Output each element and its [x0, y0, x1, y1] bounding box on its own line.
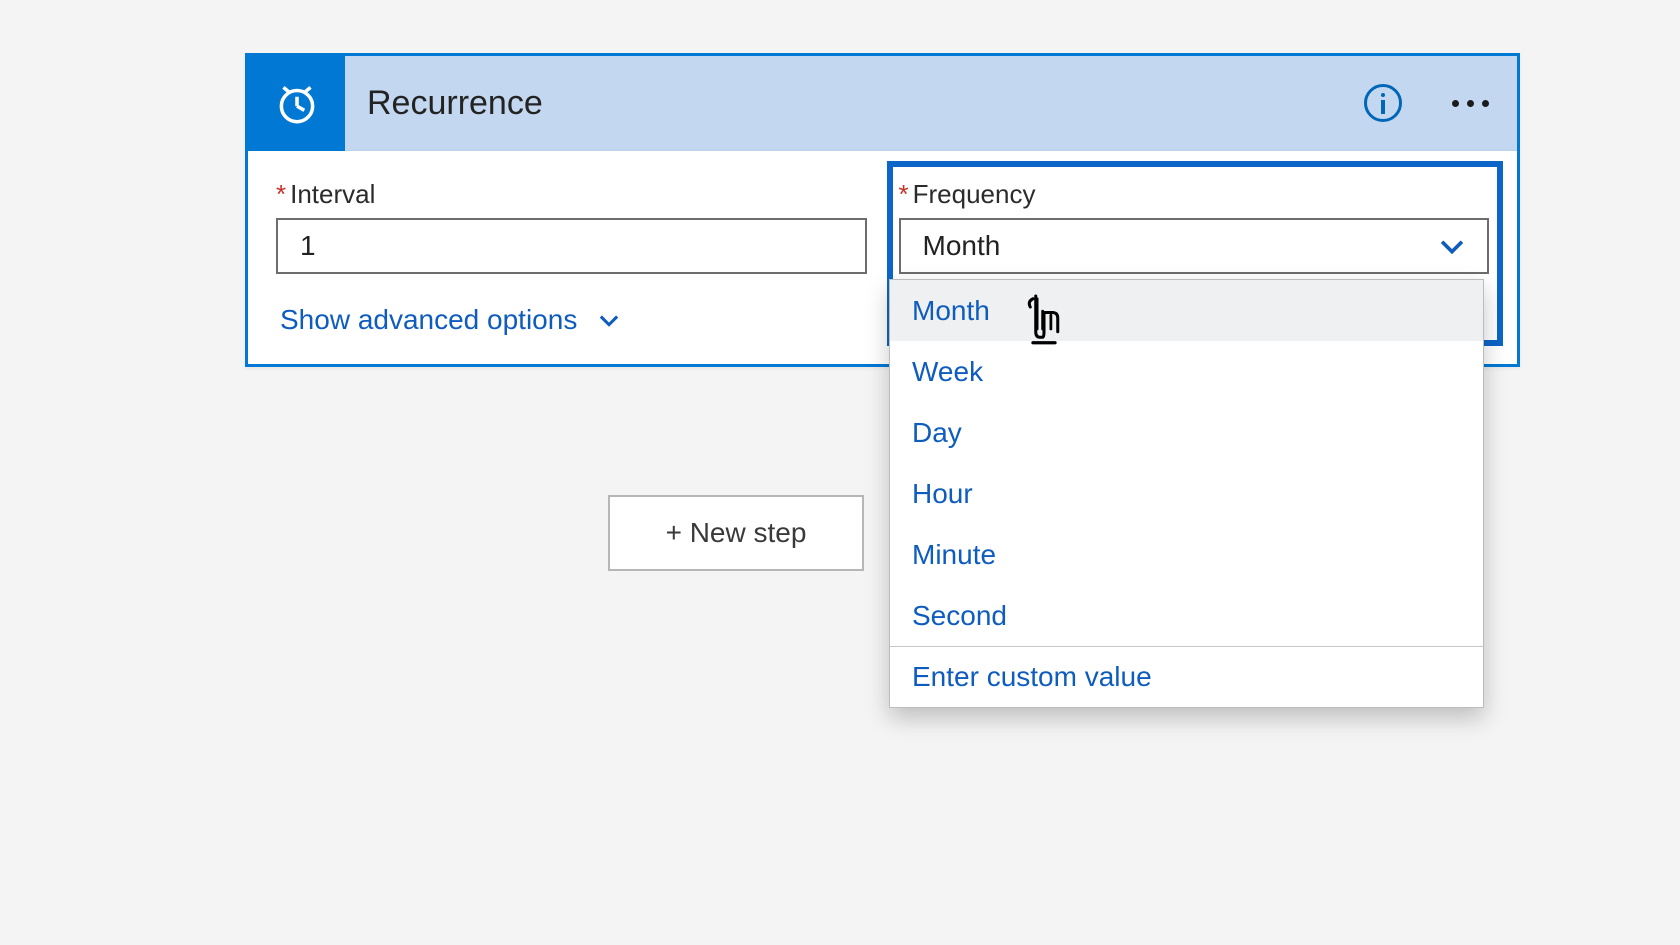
- chevron-down-icon: [1435, 229, 1469, 263]
- frequency-selected-value: Month: [923, 230, 1001, 262]
- advanced-options-text: Show advanced options: [280, 304, 577, 336]
- frequency-dropdown: Month Week Day Hour Minute Second Enter …: [889, 279, 1484, 708]
- more-icon[interactable]: [1446, 94, 1495, 113]
- frequency-option-custom[interactable]: Enter custom value: [890, 646, 1483, 707]
- info-icon[interactable]: [1364, 84, 1402, 122]
- frequency-label-text: Frequency: [913, 179, 1036, 209]
- card-actions: [1364, 84, 1517, 122]
- chevron-down-icon: [595, 306, 623, 334]
- frequency-option-day[interactable]: Day: [890, 402, 1483, 463]
- frequency-field: *Frequency Month: [899, 179, 1490, 274]
- frequency-option-second[interactable]: Second: [890, 585, 1483, 646]
- show-advanced-options-link[interactable]: Show advanced options: [276, 304, 623, 342]
- frequency-option-minute[interactable]: Minute: [890, 524, 1483, 585]
- card-title: Recurrence: [345, 84, 1364, 123]
- clock-icon: [248, 56, 345, 151]
- new-step-button[interactable]: + New step: [608, 495, 864, 571]
- frequency-option-week[interactable]: Week: [890, 341, 1483, 402]
- card-titlebar[interactable]: Recurrence: [248, 56, 1517, 151]
- fields-row: *Interval *Frequency Month: [276, 179, 1489, 274]
- interval-input[interactable]: [276, 218, 867, 274]
- frequency-select[interactable]: Month: [899, 218, 1490, 274]
- frequency-label: *Frequency: [899, 179, 1490, 210]
- interval-label: *Interval: [276, 179, 867, 210]
- interval-label-text: Interval: [290, 179, 375, 209]
- interval-field: *Interval: [276, 179, 867, 274]
- frequency-option-month[interactable]: Month: [890, 280, 1483, 341]
- frequency-option-hour[interactable]: Hour: [890, 463, 1483, 524]
